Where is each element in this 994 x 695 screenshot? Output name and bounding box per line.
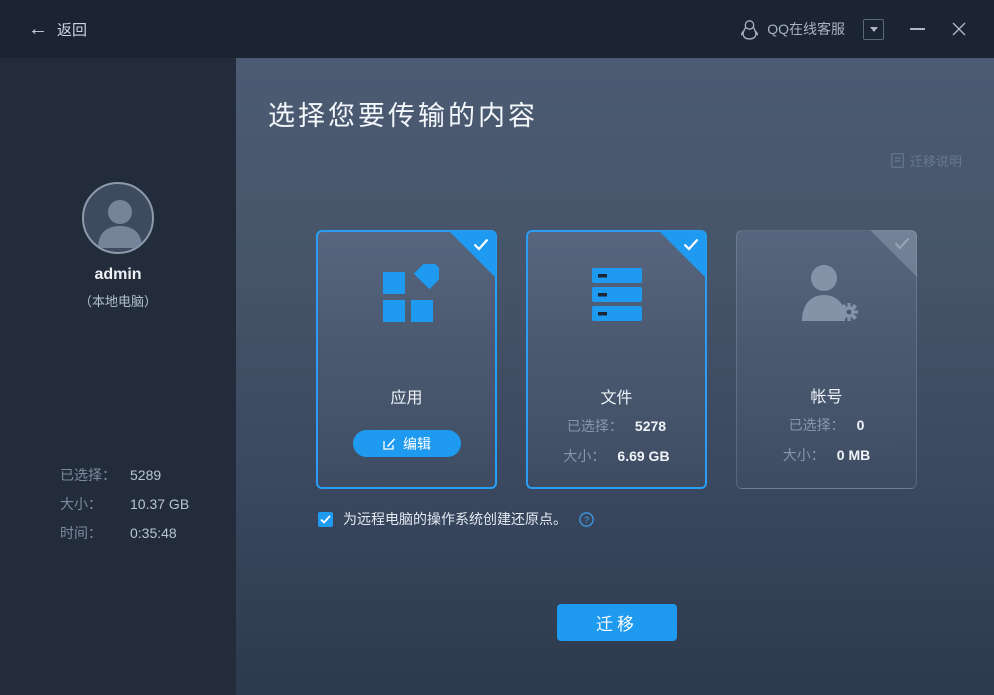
back-arrow-icon: ← [28, 19, 48, 39]
back-button[interactable]: ← 返回 [28, 0, 87, 58]
window-dropdown-button[interactable] [863, 19, 884, 40]
card-files-stats: 已选择： 5278 大小： 6.69 GB [528, 415, 705, 475]
files-size-label: 大小： [563, 446, 605, 466]
qq-penguin-icon [740, 19, 759, 40]
stat-time-label: 时间： [60, 523, 130, 543]
stat-size: 大小： 10.37 GB [60, 489, 189, 518]
restore-point-checkbox[interactable] [318, 512, 333, 527]
check-icon [683, 238, 699, 251]
qq-support-label: QQ在线客服 [767, 19, 845, 39]
stat-size-value: 10.37 GB [130, 496, 189, 512]
back-label: 返回 [57, 19, 87, 40]
person-gear-icon [794, 263, 860, 327]
card-applications[interactable]: 应用 编辑 [316, 230, 497, 489]
files-selected-value: 5278 [635, 418, 666, 434]
stat-size-label: 大小： [60, 494, 130, 514]
accounts-size-row: 大小： 0 MB [737, 444, 916, 466]
card-files-name: 文件 [528, 384, 705, 408]
minimize-icon [910, 28, 925, 30]
stat-selected-label: 已选择： [60, 465, 130, 485]
titlebar: ← 返回 QQ在线客服 [0, 0, 994, 58]
card-applications-name: 应用 [318, 384, 495, 408]
accounts-size-value: 0 MB [837, 447, 870, 463]
dropdown-triangle-icon [870, 27, 878, 32]
stat-selected-value: 5289 [130, 467, 161, 483]
app-window: ← 返回 QQ在线客服 [0, 0, 994, 695]
restore-point-label: 为远程电脑的操作系统创建还原点。 [343, 509, 567, 529]
card-accounts-stats: 已选择： 0 大小： 0 MB [737, 414, 916, 474]
person-silhouette-icon [92, 196, 148, 248]
stat-selected: 已选择： 5289 [60, 460, 189, 489]
app-grid-icon [375, 264, 439, 328]
accounts-size-label: 大小： [783, 445, 825, 465]
sidebar: admin （本地电脑） 已选择： 5289 大小： 10.37 GB 时间： … [0, 58, 236, 695]
close-icon [952, 22, 966, 36]
sidebar-stats: 已选择： 5289 大小： 10.37 GB 时间： 0:35:48 [60, 460, 189, 547]
user-avatar [82, 182, 154, 254]
machine-label: （本地电脑） [0, 291, 236, 310]
qq-support-link[interactable]: QQ在线客服 [740, 19, 845, 40]
stat-time-value: 0:35:48 [130, 525, 177, 541]
help-icon[interactable]: ? [579, 512, 594, 527]
svg-text:?: ? [584, 514, 589, 524]
card-accounts[interactable]: 帐号 已选择： 0 大小： 0 MB [736, 230, 917, 489]
minimize-button[interactable] [910, 0, 926, 58]
username: admin [0, 266, 236, 284]
files-size-row: 大小： 6.69 GB [528, 445, 705, 467]
page-title: 选择您要传输的内容 [268, 94, 538, 133]
edit-pencil-icon [382, 437, 396, 451]
check-icon [894, 237, 910, 250]
restore-point-row: 为远程电脑的操作系统创建还原点。 ? [318, 509, 594, 529]
files-selected-row: 已选择： 5278 [528, 415, 705, 437]
main-panel: 选择您要传输的内容 迁移说明 应用 [236, 58, 994, 695]
accounts-selected-label: 已选择： [789, 415, 845, 435]
accounts-selected-value: 0 [857, 417, 865, 433]
stacked-drives-icon [585, 264, 649, 328]
files-selected-label: 已选择： [567, 416, 623, 436]
check-icon [473, 238, 489, 251]
close-button[interactable] [952, 0, 970, 58]
stat-time: 时间： 0:35:48 [60, 518, 189, 547]
transfer-button[interactable]: 迁移 [557, 604, 677, 641]
document-icon [891, 153, 904, 168]
check-icon [320, 515, 331, 524]
edit-button-label: 编辑 [403, 434, 431, 454]
migration-note-label: 迁移说明 [910, 151, 962, 170]
accounts-selected-row: 已选择： 0 [737, 414, 916, 436]
edit-applications-button[interactable]: 编辑 [353, 430, 461, 457]
content-cards: 应用 编辑 [316, 230, 917, 489]
migration-note-link[interactable]: 迁移说明 [891, 151, 962, 170]
card-accounts-name: 帐号 [737, 383, 916, 407]
card-files[interactable]: 文件 已选择： 5278 大小： 6.69 GB [526, 230, 707, 489]
titlebar-controls: QQ在线客服 [740, 0, 970, 58]
files-size-value: 6.69 GB [617, 448, 669, 464]
